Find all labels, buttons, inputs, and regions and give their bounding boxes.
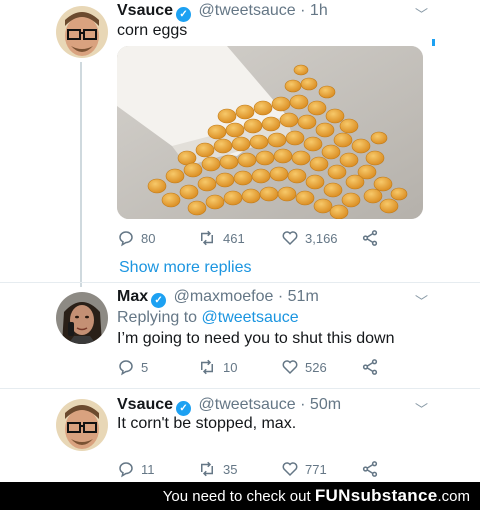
show-more-replies-link[interactable]: Show more replies <box>119 259 252 277</box>
author-handle[interactable]: @tweetsauce <box>199 396 296 413</box>
replying-to-line: Replying to @tweetsauce <box>117 309 299 327</box>
like-count: 3,166 <box>305 230 338 246</box>
avatar-vsauce[interactable] <box>56 399 108 451</box>
chevron-down-icon[interactable]: ﹀ <box>415 4 428 23</box>
replying-to-mention-link[interactable]: @tweetsauce <box>202 309 299 326</box>
verified-badge-icon: ✓ <box>176 401 192 416</box>
chevron-down-icon[interactable]: ﹀ <box>415 291 428 310</box>
share-icon <box>362 359 378 375</box>
tweet-actions: 5 10 526 <box>117 358 417 378</box>
replying-to-label: Replying to <box>117 309 198 326</box>
watermark-brand-substance: substance <box>350 486 438 505</box>
heart-icon <box>282 360 298 375</box>
chevron-down-icon[interactable]: ﹀ <box>415 399 428 418</box>
tweet-actions: 80 461 3,166 <box>117 229 417 249</box>
watermark-brand-tld: .com <box>437 488 470 505</box>
retweet-count: 35 <box>223 461 238 477</box>
retweet-icon <box>201 230 213 246</box>
share-button[interactable] <box>361 229 379 247</box>
share-icon <box>362 230 378 246</box>
author-name[interactable]: Vsauce <box>117 396 173 413</box>
like-button[interactable]: 3,166 <box>281 229 338 247</box>
watermark-banner: You need to check out FUNsubstance.com <box>0 482 480 510</box>
tweet-actions: 11 35 771 <box>117 460 417 480</box>
reply-button[interactable]: 80 <box>117 229 155 247</box>
heart-icon <box>282 462 298 477</box>
reply-icon <box>119 360 133 376</box>
tweet-text: I’m going to need you to shut this down <box>117 330 395 347</box>
retweet-count: 10 <box>223 359 238 375</box>
reply-count: 80 <box>141 230 156 246</box>
tweet-text: It corn't be stopped, max. <box>117 415 297 432</box>
watermark-text: You need to check out <box>162 488 315 505</box>
reply-button[interactable]: 5 <box>117 358 148 376</box>
tweet-timestamp[interactable]: · 1h <box>300 2 328 19</box>
reply-count: 11 <box>141 461 155 477</box>
like-button[interactable]: 526 <box>281 358 327 376</box>
like-count: 526 <box>305 359 327 375</box>
heart-icon <box>282 231 298 246</box>
reply-button[interactable]: 11 <box>117 460 155 478</box>
retweet-icon <box>201 359 213 375</box>
like-count: 771 <box>305 461 327 477</box>
tweet-media-corn-photo[interactable] <box>117 46 423 219</box>
tweet-text: corn eggs <box>117 22 188 39</box>
reply-count: 5 <box>141 359 149 375</box>
retweet-button[interactable]: 461 <box>197 229 245 247</box>
watermark-brand-fun: FUN <box>314 486 351 505</box>
like-button[interactable]: 771 <box>281 460 327 478</box>
tweet-vsauce-reply[interactable]: Vsauce ✓ @tweetsauce · 50m ﹀ It corn't be… <box>0 389 480 481</box>
retweet-count: 461 <box>223 230 245 246</box>
share-button[interactable] <box>361 460 379 478</box>
avatar-max[interactable] <box>56 292 108 344</box>
tweet-timestamp[interactable]: · 51m <box>278 288 319 305</box>
tweet-timestamp[interactable]: · 50m <box>300 396 341 413</box>
reply-icon <box>119 231 133 247</box>
author-name[interactable]: Max <box>117 288 148 305</box>
author-name[interactable]: Vsauce <box>117 2 173 19</box>
share-button[interactable] <box>361 358 379 376</box>
verified-badge-icon: ✓ <box>151 293 167 308</box>
avatar-vsauce[interactable] <box>56 6 108 58</box>
author-handle[interactable]: @tweetsauce <box>199 2 296 19</box>
author-handle[interactable]: @maxmoefoe <box>174 288 274 305</box>
tweet-vsauce-corn-eggs[interactable]: Vsauce ✓ @tweetsauce · 1h ﹀ corn eggs 80… <box>0 0 480 280</box>
share-icon <box>362 461 378 477</box>
retweet-button[interactable]: 35 <box>197 460 237 478</box>
retweet-icon <box>201 461 213 477</box>
retweet-button[interactable]: 10 <box>197 358 237 376</box>
reply-icon <box>119 462 133 478</box>
verified-badge-icon: ✓ <box>176 7 192 22</box>
tweet-max-reply[interactable]: Max ✓ @maxmoefoe · 51m ﹀ Replying to @twe… <box>0 283 480 391</box>
